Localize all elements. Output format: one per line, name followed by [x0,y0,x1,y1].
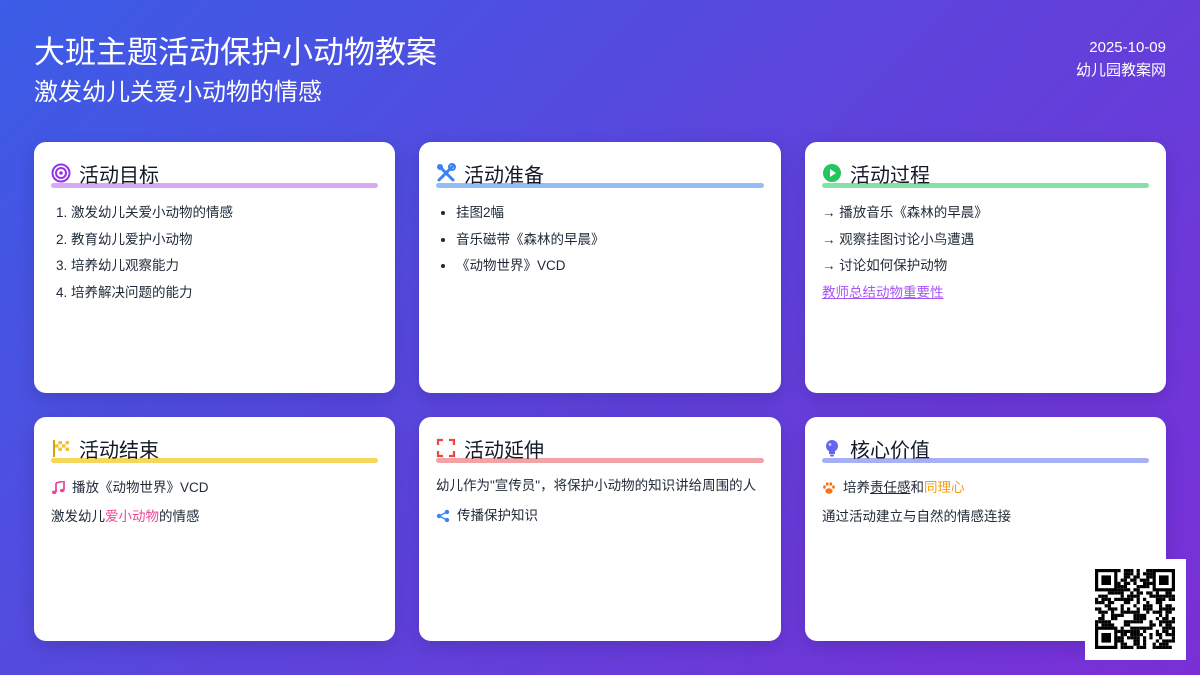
expand-icon [436,438,456,458]
list-item: 培养解决问题的能力 [71,280,378,307]
paw-icon [822,481,836,495]
tools-icon [436,163,456,183]
process-step: → 播放音乐《森林的早晨》 [822,205,988,220]
end-text: 激发幼儿爱小动物的情感 [51,508,200,524]
card-title: 活动准备 [464,164,544,187]
list-item: 《动物世界》VCD [456,253,764,280]
card-end: 活动结束 播放《动物世界》VCD 激发幼儿爱小动物的情感 [34,417,395,641]
extend-text: 幼儿作为"宣传员"，将保护小动物的知识讲给周围的人 [436,478,757,493]
card-goals: 活动目标 激发幼儿关爱小动物的情感 教育幼儿爱护小动物 培养幼儿观察能力 培养解… [34,142,395,393]
page-title: 大班主题活动保护小动物教案 [34,35,437,70]
music-note-icon [51,481,65,495]
card-title: 活动延伸 [464,439,544,462]
list-item: 挂图2幅 [456,200,764,227]
list-item: 激发幼儿关爱小动物的情感 [71,200,378,227]
play-icon [822,163,842,183]
responsibility-text: 责任感 [870,480,911,495]
summary-link[interactable]: 教师总结动物重要性 [822,280,1149,307]
music-text: 播放《动物世界》VCD [72,480,209,495]
list-item: 培养幼儿观察能力 [71,253,378,280]
share-row: 传播保护知识 [436,503,764,530]
lightbulb-icon [822,438,842,458]
source-label: 幼儿园教案网 [1075,62,1166,79]
page-header: 大班主题活动保护小动物教案 激发幼儿关爱小动物的情感 2025-10-09 幼儿… [34,34,1166,114]
header-meta: 2025-10-09 幼儿园教案网 [1076,36,1166,82]
target-icon [51,163,71,183]
flag-icon [51,438,71,458]
qr-code-image [1085,559,1186,660]
list-item: 音乐磁带《森林的早晨》 [456,227,764,254]
music-row: 播放《动物世界》VCD [51,475,378,502]
share-text: 传播保护知识 [457,508,538,523]
card-extend: 活动延伸 幼儿作为"宣传员"，将保护小动物的知识讲给周围的人 传播保护知识 [419,417,781,641]
empathy-text: 同理心 [924,480,965,495]
card-title: 活动结束 [79,439,159,462]
highlight-text: 爱小动物 [105,508,159,524]
process-step: → 讨论如何保护动物 [822,258,948,273]
date-label: 2025-10-09 [1089,39,1166,56]
value-row: 培养责任感和同理心 [822,475,1149,502]
list-item: 教育幼儿爱护小动物 [71,227,378,254]
share-icon [436,509,450,523]
value-text: 通过活动建立与自然的情感连接 [822,508,1011,524]
card-title: 活动过程 [850,164,930,187]
page-subtitle: 激发幼儿关爱小动物的情感 [34,79,322,106]
qr-code [1085,559,1186,660]
card-title: 核心价值 [850,439,930,462]
card-process: 活动过程 → 播放音乐《森林的早晨》 → 观察挂图讨论小鸟遭遇 → 讨论如何保护… [805,142,1166,393]
card-prep: 活动准备 挂图2幅 音乐磁带《森林的早晨》 《动物世界》VCD [419,142,781,393]
card-title: 活动目标 [79,164,159,187]
process-step: → 观察挂图讨论小鸟遭遇 [822,231,975,247]
